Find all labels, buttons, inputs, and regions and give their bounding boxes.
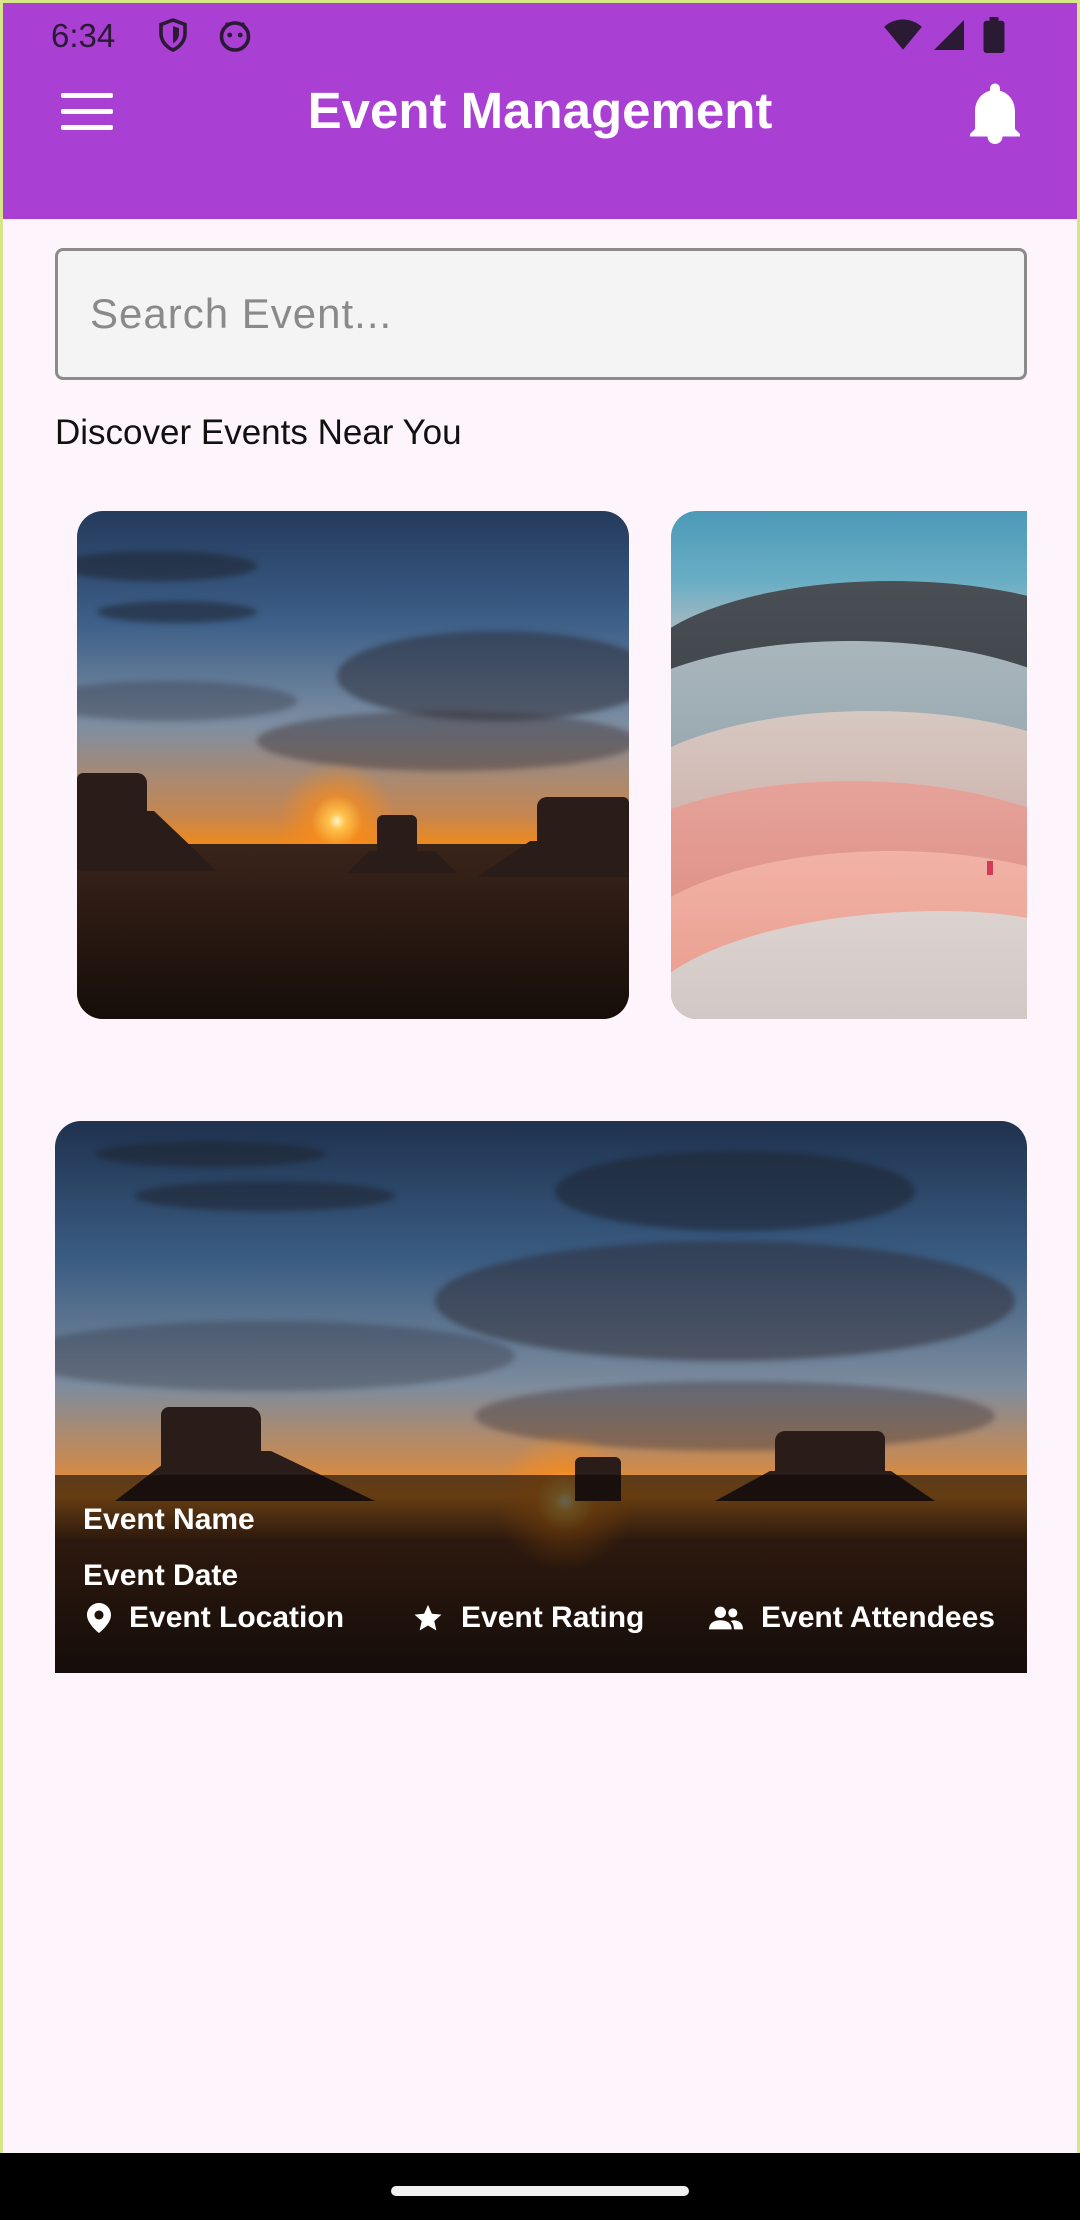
- page-title: Event Management: [307, 82, 773, 139]
- location-pin-icon: [87, 1603, 111, 1633]
- status-time: 6:34: [51, 17, 116, 54]
- signal-icon: [934, 20, 964, 50]
- people-icon: [709, 1606, 743, 1630]
- event-name: Event Name: [83, 1503, 255, 1536]
- event-info-panel: Event Name Event Date Event Location Eve…: [55, 1475, 1027, 1673]
- event-attendees: Event Attendees: [709, 1601, 995, 1635]
- wifi-icon: [884, 19, 922, 50]
- app-screen: 6:34 Event Management Search Event... Di…: [3, 3, 1077, 2153]
- battery-icon: [983, 17, 1005, 53]
- discover-section-title: Discover Events Near You: [55, 413, 462, 452]
- event-date: Event Date: [83, 1559, 239, 1592]
- bell-icon: [970, 83, 1020, 144]
- app-bar: 6:34 Event Management: [3, 3, 1077, 219]
- carousel-card-sunset[interactable]: [77, 511, 629, 1019]
- search-field[interactable]: [55, 248, 1027, 380]
- featured-event-card[interactable]: Event Name Event Date Event Location Eve…: [55, 1121, 1027, 1673]
- notifications-button[interactable]: [965, 81, 1025, 147]
- status-bar: 6:34: [3, 3, 1077, 67]
- search-input[interactable]: [58, 251, 1024, 377]
- event-carousel[interactable]: [3, 511, 1027, 1019]
- event-location: Event Location: [87, 1601, 344, 1635]
- system-nav-bar: [0, 2153, 1080, 2220]
- shield-icon: [159, 18, 187, 52]
- android-face-icon: [219, 21, 251, 52]
- star-icon: [414, 1604, 442, 1631]
- carousel-card-desert[interactable]: [671, 511, 1027, 1019]
- event-rating: Event Rating: [413, 1601, 644, 1635]
- home-gesture-handle[interactable]: [391, 2186, 689, 2196]
